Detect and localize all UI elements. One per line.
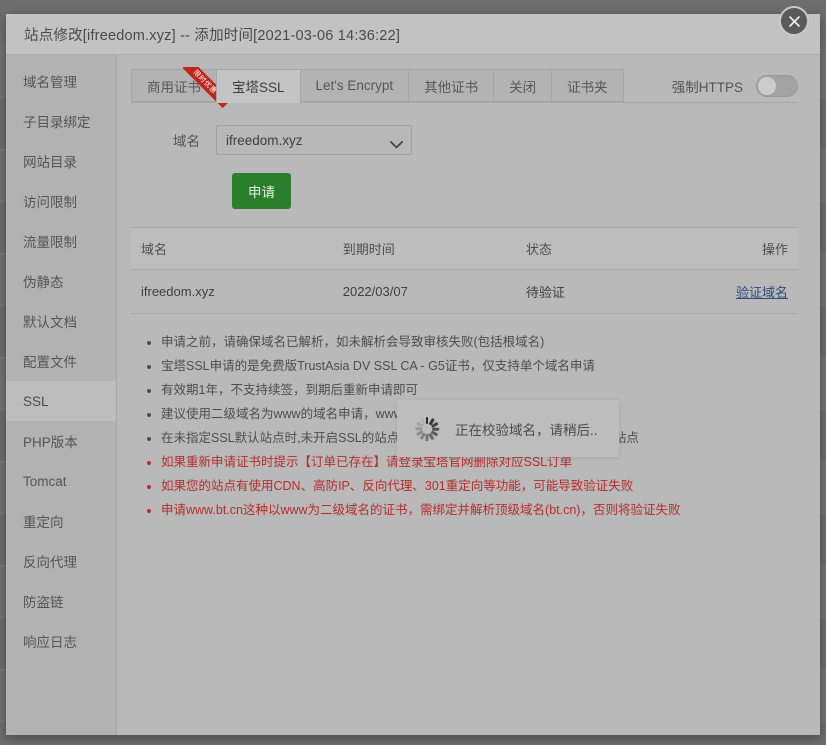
- loading-overlay: 正在校验域名，请稍后..: [397, 400, 619, 457]
- cert-domain-cell: ifreedom.xyz: [131, 269, 333, 314]
- sidebar-item-label: Tomcat: [23, 473, 67, 489]
- sidebar-item-5[interactable]: 伪静态: [6, 261, 116, 301]
- domain-label: 域名: [173, 134, 200, 149]
- settings-sidebar: 域名管理子目录绑定网站目录访问限制流量限制伪静态默认文档配置文件 SSL PHP版本…: [6, 55, 117, 735]
- table-header-cell: 到期时间: [332, 227, 516, 270]
- spinner-spoke: [425, 416, 429, 424]
- sidebar-item-label: 反向代理: [23, 555, 77, 570]
- toggle-knob: [758, 77, 776, 95]
- sidebar-item-2[interactable]: 网站目录: [6, 141, 116, 181]
- note-warning: 如果您的站点有使用CDN、高防IP、反向代理、301重定向等功能，可能导致验证失…: [161, 474, 798, 498]
- sidebar-item-label: 默认文档: [23, 315, 77, 330]
- tab-label: 宝塔SSL: [232, 80, 285, 95]
- tab-3[interactable]: 其他证书: [408, 69, 494, 102]
- domain-select[interactable]: ifreedom.xyz: [216, 125, 412, 155]
- apply-row: 申请: [131, 173, 798, 209]
- tab-label: Let's Encrypt: [315, 78, 394, 93]
- sidebar-item-1[interactable]: 子目录绑定: [6, 101, 116, 141]
- note-warning: 申请www.bt.cn这种以www为二级域名的证书，需绑定并解析顶级域名(bt.…: [161, 498, 798, 522]
- tab-1[interactable]: 宝塔SSL: [216, 69, 300, 103]
- tab-label: 商用证书: [147, 79, 201, 95]
- sidebar-item-label: 访问限制: [23, 195, 77, 210]
- sidebar-item-label: PHP版本: [23, 435, 78, 450]
- table-header-cell: 域名: [131, 227, 333, 270]
- sidebar-item-0[interactable]: 域名管理: [6, 61, 116, 101]
- sidebar-item-13[interactable]: 防盗链: [6, 581, 116, 621]
- modal-header: 站点修改[ifreedom.xyz] -- 添加时间[2021-03-06 14…: [6, 14, 820, 55]
- sidebar-item-label: 伪静态: [23, 275, 64, 290]
- site-edit-modal: 站点修改[ifreedom.xyz] -- 添加时间[2021-03-06 14…: [6, 6, 820, 735]
- table-header-cell: 操作: [642, 227, 798, 270]
- tab-list: 商用证书 限时优惠 宝塔SSL Let's Encrypt 其他证书 关闭 证书夹: [131, 67, 624, 109]
- cert-expiry-cell: 2022/03/07: [332, 269, 516, 314]
- loading-text: 正在校验域名，请稍后..: [455, 422, 598, 438]
- sidebar-item-7[interactable]: 配置文件: [6, 341, 116, 381]
- table-head: 域名 到期时间 状态 操作: [131, 227, 798, 270]
- tab-5[interactable]: 证书夹: [551, 69, 624, 102]
- domain-select-wrap: ifreedom.xyz: [216, 125, 412, 155]
- sidebar-item-6[interactable]: 默认文档: [6, 301, 116, 341]
- modal-body: 域名管理子目录绑定网站目录访问限制流量限制伪静态默认文档配置文件 SSL PHP版本…: [6, 55, 820, 735]
- sidebar-item-label: 响应日志: [23, 635, 77, 650]
- spinner-spoke: [415, 427, 422, 430]
- sidebar-item-label: 流量限制: [23, 235, 77, 250]
- tab-0[interactable]: 商用证书 限时优惠: [131, 67, 229, 109]
- domain-row: 域名 ifreedom.xyz: [131, 125, 798, 155]
- sidebar-item-10[interactable]: Tomcat: [6, 461, 116, 501]
- tab-bar: 商用证书 限时优惠 宝塔SSL Let's Encrypt 其他证书 关闭 证书夹 强制HT…: [131, 67, 798, 109]
- status-badge: 待验证: [515, 269, 643, 314]
- sidebar-item-8[interactable]: SSL: [6, 381, 116, 421]
- sidebar-item-3[interactable]: 访问限制: [6, 181, 116, 221]
- page-title: 站点修改[ifreedom.xyz] -- 添加时间[2021-03-06 14…: [24, 27, 401, 44]
- close-icon[interactable]: [779, 6, 809, 36]
- sidebar-item-14[interactable]: 响应日志: [6, 621, 116, 661]
- ssl-panel: 商用证书 限时优惠 宝塔SSL Let's Encrypt 其他证书 关闭 证书夹 强制HT…: [117, 55, 820, 735]
- sidebar-item-11[interactable]: 重定向: [6, 501, 116, 541]
- tab-4[interactable]: 关闭: [493, 69, 552, 102]
- certificate-table: 域名 到期时间 状态 操作 ifreedom.xyz 2022/03/07 待验证 验证域名: [131, 227, 798, 314]
- note-item: 宝塔SSL申请的是免费版TrustAsia DV SSL CA - G5证书，仅…: [161, 354, 798, 378]
- table-header-row: 域名 到期时间 状态 操作: [131, 227, 798, 270]
- apply-button[interactable]: 申请: [232, 173, 291, 209]
- table-row: ifreedom.xyz 2022/03/07 待验证 验证域名: [131, 269, 798, 314]
- sidebar-item-label: 域名管理: [23, 75, 77, 90]
- spinner-icon: [415, 416, 439, 441]
- verify-domain-link[interactable]: 验证域名: [736, 285, 788, 300]
- sidebar-item-label: 子目录绑定: [23, 115, 91, 130]
- sidebar-item-9[interactable]: PHP版本: [6, 421, 116, 461]
- tab-label: 其他证书: [424, 79, 479, 95]
- note-item: 申请之前，请确保域名已解析，如未解析会导致审核失败(包括根域名): [161, 330, 798, 354]
- sidebar-item-label: 重定向: [23, 515, 64, 530]
- sidebar-item-4[interactable]: 流量限制: [6, 221, 116, 261]
- spinner-spoke: [425, 433, 429, 441]
- apply-form: 域名 ifreedom.xyz 申请: [131, 103, 798, 209]
- sidebar-item-label: 配置文件: [23, 355, 77, 370]
- tab-label: 关闭: [509, 79, 537, 95]
- table-header-cell: 状态: [515, 227, 643, 270]
- tab-label: 证书夹: [567, 79, 608, 95]
- spinner-spoke: [432, 427, 439, 430]
- sidebar-item-label: 防盗链: [23, 595, 64, 610]
- row-actions: 验证域名: [642, 269, 798, 314]
- force-https-control: 强制HTTPS: [672, 75, 798, 102]
- force-https-label: 强制HTTPS: [671, 80, 743, 95]
- force-https-toggle[interactable]: [756, 75, 798, 97]
- tab-2[interactable]: Let's Encrypt: [299, 69, 409, 102]
- sidebar-item-label: SSL: [23, 393, 49, 409]
- table-body: ifreedom.xyz 2022/03/07 待验证 验证域名: [131, 269, 798, 314]
- sidebar-item-label: 网站目录: [23, 155, 77, 170]
- sidebar-item-12[interactable]: 反向代理: [6, 541, 116, 581]
- note-item: 有效期1年，不支持续签，到期后重新申请即可: [161, 378, 798, 402]
